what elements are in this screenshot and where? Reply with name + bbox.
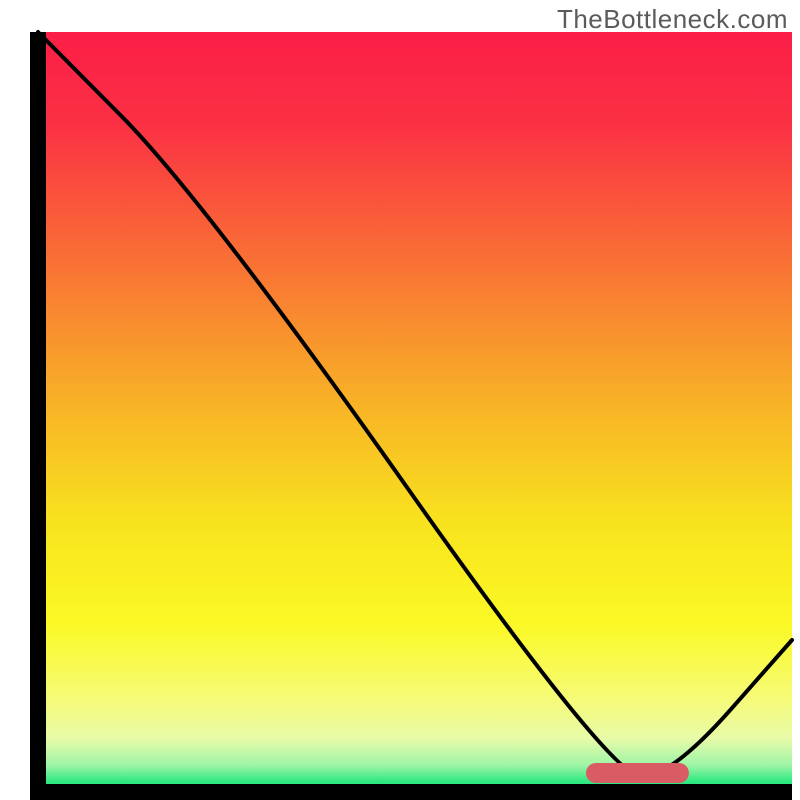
watermark-text: TheBottleneck.com: [557, 4, 788, 35]
chart-frame: TheBottleneck.com: [0, 0, 800, 800]
bottleneck-chart: [0, 0, 800, 800]
